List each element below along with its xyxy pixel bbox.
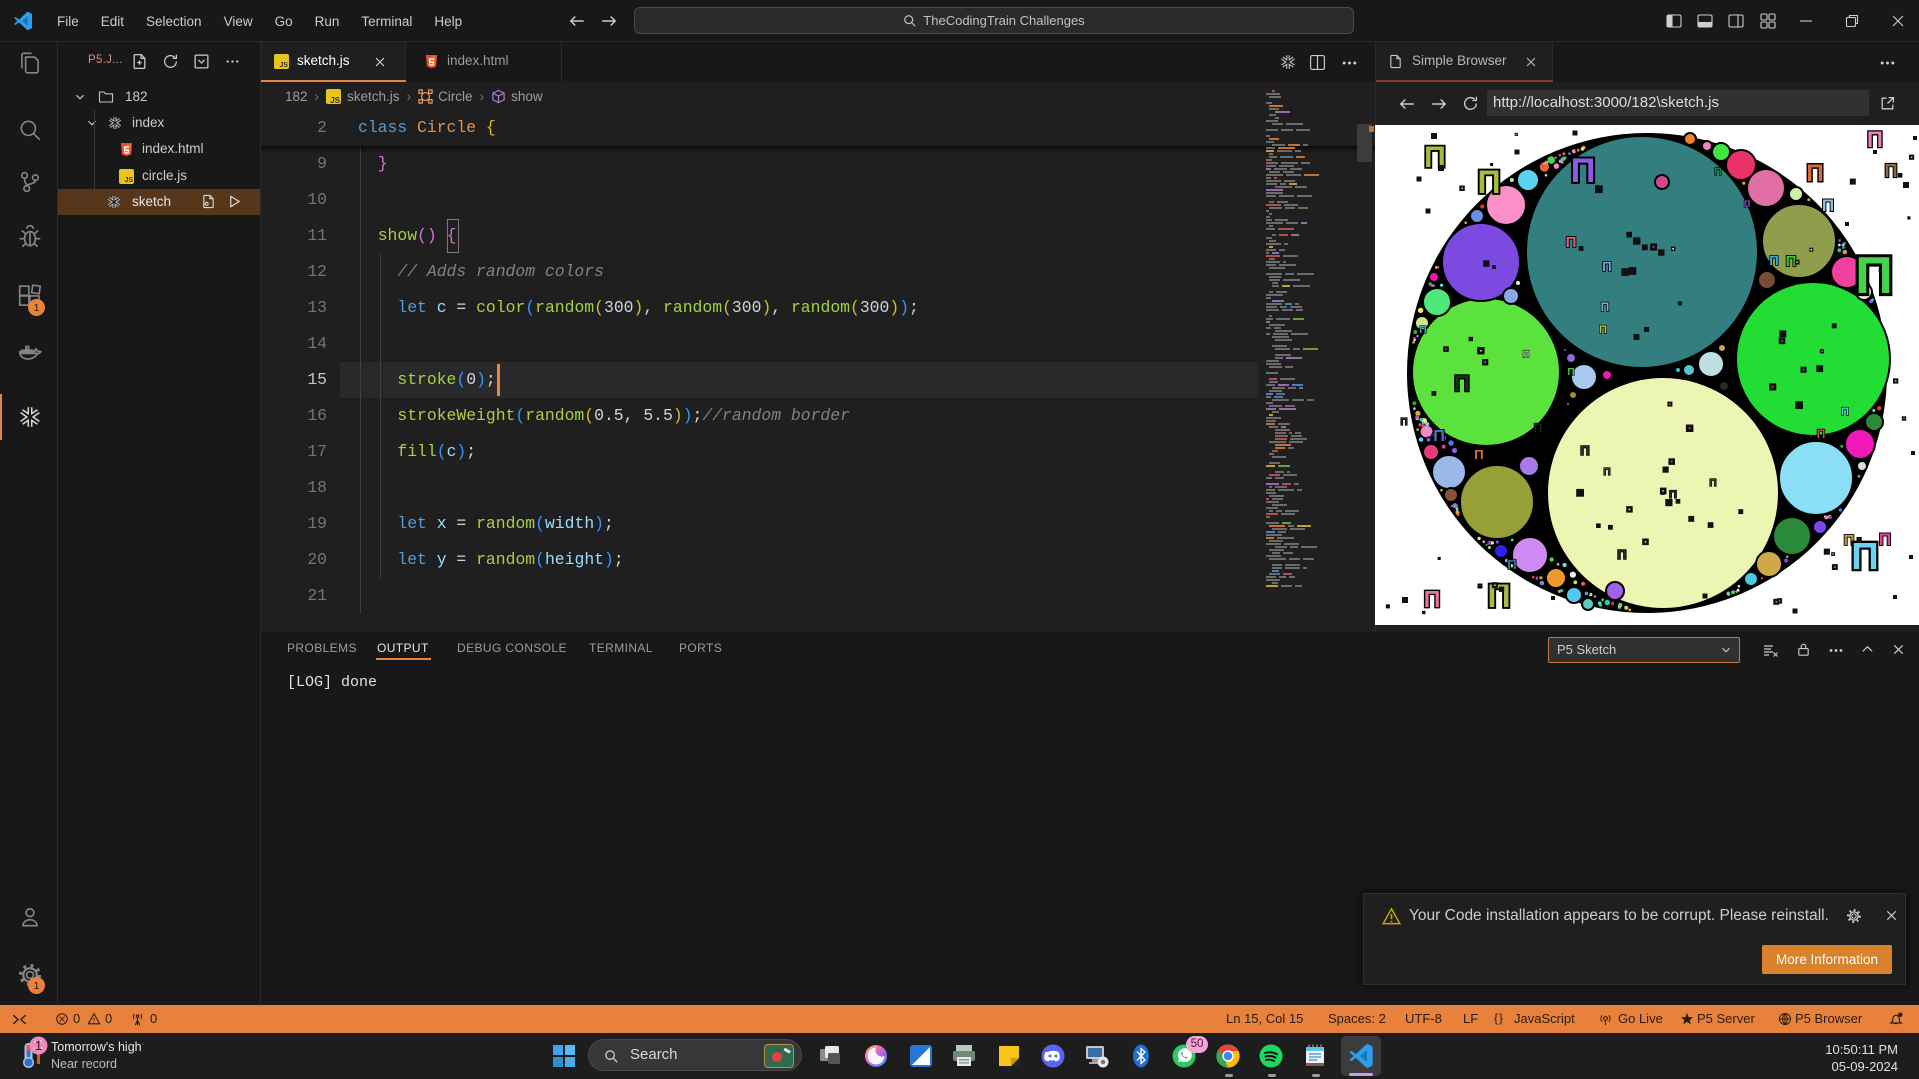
svg-text:Π: Π xyxy=(1534,421,1543,435)
svg-text:Π: Π xyxy=(1474,447,1483,462)
svg-text:Π: Π xyxy=(1602,259,1611,274)
svg-text:Π: Π xyxy=(1806,160,1823,187)
svg-text:Π: Π xyxy=(1477,164,1500,200)
svg-text:Π: Π xyxy=(1714,167,1721,178)
svg-text:Π: Π xyxy=(1603,467,1610,478)
svg-text:Π: Π xyxy=(1885,161,1898,181)
svg-text:Π: Π xyxy=(1580,443,1589,458)
svg-text:Π: Π xyxy=(1769,253,1778,268)
svg-text:Π: Π xyxy=(1817,427,1826,441)
svg-text:Π: Π xyxy=(1599,324,1607,336)
svg-text:Π: Π xyxy=(1601,300,1610,314)
svg-text:1: 1 xyxy=(35,1038,42,1053)
svg-text:Π: Π xyxy=(1424,586,1441,612)
svg-text:Π: Π xyxy=(1709,478,1716,489)
svg-text:Π: Π xyxy=(1419,325,1426,336)
svg-text:Π: Π xyxy=(1571,152,1596,190)
svg-text:Π: Π xyxy=(1822,196,1834,215)
svg-text:Π: Π xyxy=(1507,557,1516,572)
svg-text:Π: Π xyxy=(1855,247,1893,305)
svg-text:Π: Π xyxy=(1841,406,1849,418)
svg-text:Π: Π xyxy=(1487,578,1510,614)
svg-text:Π: Π xyxy=(1433,428,1445,445)
svg-text:Π: Π xyxy=(1523,349,1530,359)
svg-text:Π: Π xyxy=(1879,530,1891,549)
svg-text:Π: Π xyxy=(1566,234,1577,251)
svg-text:Π: Π xyxy=(1400,417,1407,428)
svg-text:Π: Π xyxy=(1454,371,1470,396)
svg-text:Π: Π xyxy=(1851,536,1878,578)
svg-text:Π: Π xyxy=(1744,199,1751,209)
svg-text:Π: Π xyxy=(1567,367,1574,378)
svg-text:Π: Π xyxy=(1867,127,1883,152)
svg-text:Π: Π xyxy=(1617,547,1626,562)
